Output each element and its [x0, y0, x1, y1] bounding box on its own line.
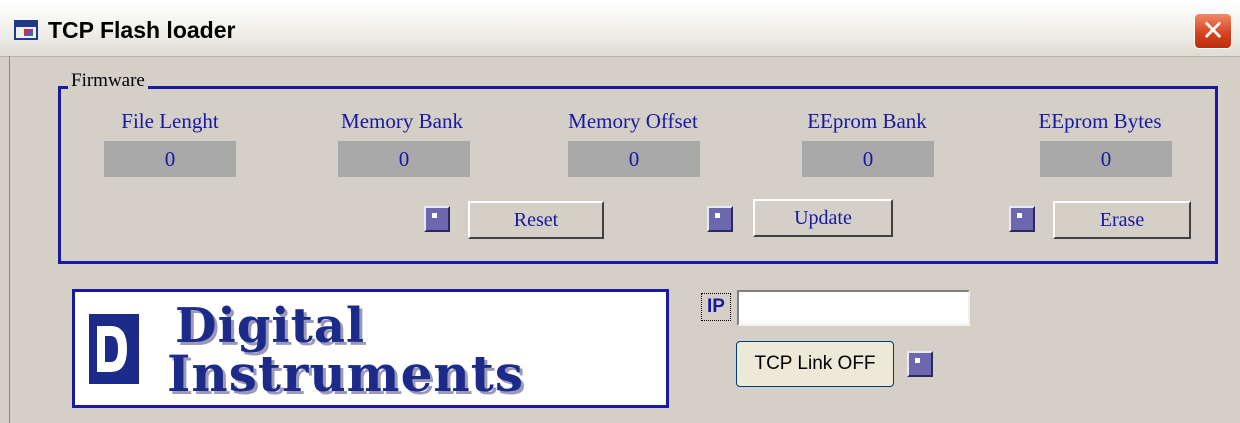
update-led-icon[interactable]	[707, 206, 733, 232]
close-button[interactable]: ✕	[1194, 13, 1232, 49]
eeprom-bank-value: 0	[802, 141, 934, 177]
firmware-legend: Firmware	[68, 70, 148, 92]
memory-bank-value: 0	[338, 141, 470, 177]
ip-address-input[interactable]	[737, 290, 970, 326]
eeprom-bytes-label: EEprom Bytes	[1038, 109, 1162, 133]
eeprom-bank-label: EEprom Bank	[807, 109, 927, 133]
eeprom-bytes-value: 0	[1040, 141, 1172, 177]
tcp-link-led-icon[interactable]	[907, 351, 933, 377]
reset-button[interactable]: Reset	[468, 201, 604, 239]
tcp-link-button[interactable]: TCP Link OFF	[736, 341, 894, 387]
tcp-flash-loader-window: TCP Flash loader ✕ Firmware File Lenght …	[0, 0, 1240, 423]
memory-offset-label: Memory Offset	[568, 109, 698, 133]
app-window-icon[interactable]	[14, 20, 38, 40]
file-length-label: File Lenght	[121, 109, 219, 133]
file-length-value: 0	[104, 141, 236, 177]
memory-offset-value: 0	[568, 141, 700, 177]
logo-text-instruments: Instruments	[167, 344, 524, 403]
reset-led-icon[interactable]	[424, 206, 450, 232]
memory-bank-label: Memory Bank	[341, 109, 463, 133]
digital-instruments-logo: Digital Instruments	[72, 289, 669, 408]
title-bar[interactable]: TCP Flash loader ✕	[0, 0, 1240, 57]
window-left-edge	[0, 56, 10, 423]
erase-led-icon[interactable]	[1009, 206, 1035, 232]
ip-label: IP	[701, 293, 731, 321]
window-title: TCP Flash loader	[48, 17, 236, 43]
logo-di-mark	[89, 314, 139, 384]
update-button[interactable]: Update	[753, 199, 893, 237]
close-icon: ✕	[1201, 14, 1225, 47]
erase-button[interactable]: Erase	[1053, 201, 1191, 239]
